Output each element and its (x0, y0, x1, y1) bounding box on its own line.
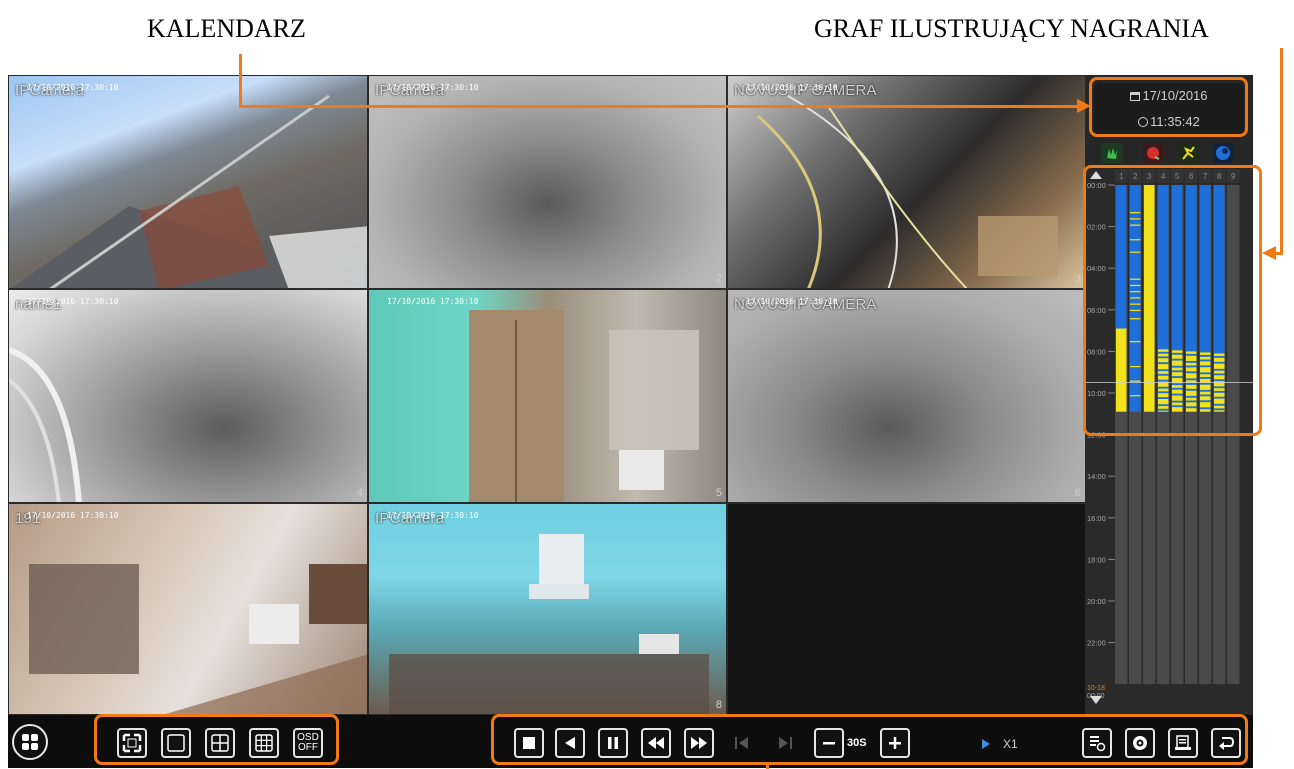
hour-label: 16:00 (1087, 514, 1106, 523)
graph-highlight-box (1083, 165, 1262, 436)
camera-number: 8 (715, 699, 722, 711)
camera-timestamp: 17/10/2016 17:30:10 (387, 83, 479, 92)
calendar-pointer-line (239, 54, 242, 108)
schedule-record-icon[interactable] (1213, 143, 1233, 163)
layout-buttons-highlight-box (94, 714, 339, 765)
graph-annotation-label: GRAF ILUSTRUJĄCY NAGRANIA (814, 14, 1209, 43)
camera-timestamp: 17/10/2016 17:30:10 (746, 297, 838, 306)
camera-timestamp: 17/10/2016 17:30:10 (387, 297, 479, 306)
hour-label: 18:00 (1087, 555, 1106, 564)
camera-number: 6 (1074, 487, 1081, 499)
camera-4-scene (9, 347, 82, 502)
camera-5-scene (469, 310, 699, 502)
camera-tile-4[interactable]: name1 17/10/2016 17:30:10 4 (8, 289, 368, 503)
camera-timestamp: 17/10/2016 17:30:10 (27, 511, 119, 520)
camera-timestamp: 17/10/2016 17:30:10 (27, 297, 119, 306)
camera-tile-7[interactable]: 191 17/10/2016 17:30:10 (8, 503, 368, 715)
motion-record-icon[interactable] (1179, 143, 1199, 163)
camera-tile-6[interactable]: NOVUS IP CAMERA 17/10/2016 17:30:10 6 (727, 289, 1086, 503)
camera-number: 3 (1074, 273, 1081, 285)
calendar-annotation-label: KALENDARZ (147, 14, 306, 43)
camera-7-scene (29, 564, 367, 714)
camera-timestamp: 17/10/2016 17:30:10 (746, 83, 838, 92)
calendar-highlight-box (1089, 77, 1248, 137)
graph-arrowhead (1262, 246, 1276, 260)
hour-label: 14:00 (1087, 472, 1106, 481)
hour-label: 20:00 (1087, 597, 1106, 606)
playback-controls-highlight-box (491, 714, 1248, 765)
camera-tile-8[interactable]: IPCamera 17/10/2016 17:30:10 8 (368, 503, 727, 715)
camera-tile-5[interactable]: 17/10/2016 17:30:10 5 (368, 289, 727, 503)
toolbar-pointer-line (766, 764, 769, 769)
camera-8-scene (389, 534, 709, 714)
menu-grid-icon[interactable] (12, 724, 48, 760)
event-filter-bar (1086, 143, 1253, 167)
calendar-arrowhead (1077, 99, 1091, 113)
hour-label: 22:00 (1087, 639, 1106, 648)
next-day-label: 10-18 (1087, 685, 1105, 692)
camera-number: 2 (715, 273, 722, 285)
camera-number: 5 (715, 487, 722, 499)
camera-number: 4 (356, 487, 363, 499)
camera-tile-9[interactable] (727, 503, 1086, 715)
manual-record-icon[interactable] (1102, 143, 1122, 163)
calendar-pointer-line (239, 105, 1077, 108)
graph-pointer-line (1280, 48, 1283, 255)
alarm-record-icon[interactable] (1143, 143, 1163, 163)
dvr-playback-screen: IPCamera 17/10/2016 17:30:10 IPCamera 17… (8, 75, 1253, 768)
camera-timestamp: 17/10/2016 17:30:10 (387, 511, 479, 520)
camera-timestamp: 17/10/2016 17:30:10 (27, 83, 119, 92)
